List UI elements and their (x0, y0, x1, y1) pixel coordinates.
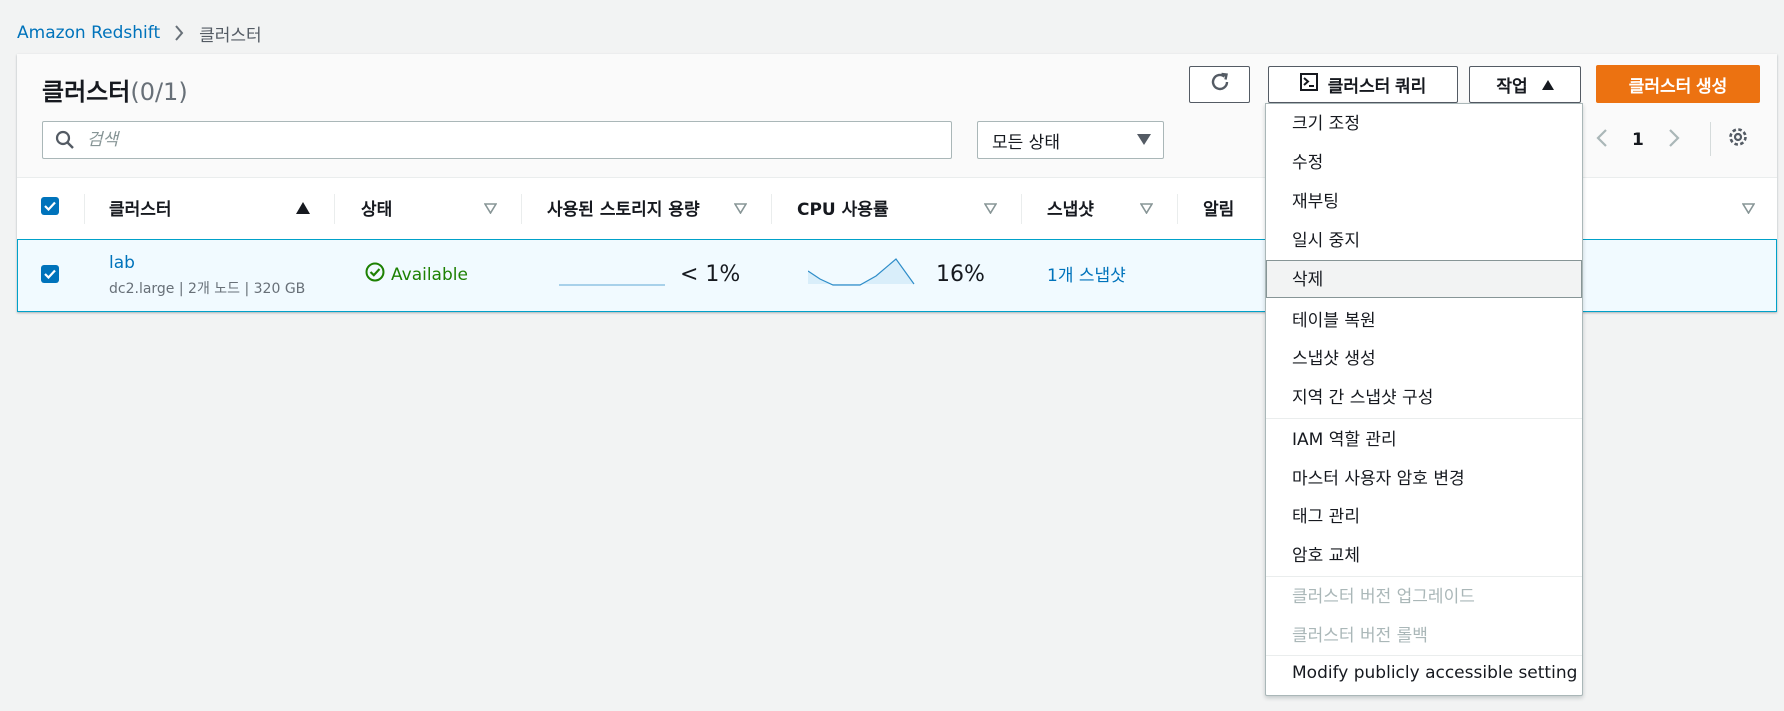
menu-item-modify[interactable]: 수정 (1292, 148, 1323, 173)
cpu-sparkline (808, 258, 915, 286)
refresh-button[interactable] (1189, 66, 1250, 103)
cluster-detail: dc2.large | 2개 노드 | 320 GB (109, 281, 306, 297)
actions-button[interactable]: 작업 (1469, 66, 1581, 103)
storage-sparkline (559, 284, 665, 286)
snapshots-link[interactable]: 1개 스냅샷 (1047, 261, 1126, 286)
caret-down-icon (1137, 130, 1151, 150)
menu-item-delete[interactable]: 삭제 (1292, 265, 1323, 290)
sort-icon[interactable] (733, 199, 748, 218)
menu-divider (1266, 576, 1582, 577)
check-circle-icon (365, 262, 385, 287)
column-header-cpu[interactable]: CPU 사용률 (797, 192, 889, 222)
menu-item-resize[interactable]: 크기 조정 (1292, 109, 1360, 134)
page-number[interactable]: 1 (1632, 130, 1644, 150)
title-text: 클러스터 (42, 78, 131, 106)
menu-item-rollback-version: 클러스터 버전 롤백 (1292, 625, 1428, 646)
status-text: Available (391, 264, 468, 285)
pager-divider (1710, 122, 1711, 156)
chevron-left-icon[interactable] (1596, 128, 1608, 153)
row-checkbox[interactable] (41, 265, 59, 283)
menu-item-pause[interactable]: 일시 중지 (1292, 226, 1360, 251)
refresh-icon (1209, 71, 1231, 98)
status-badge: Available (365, 262, 468, 287)
menu-item-manage-iam-roles[interactable]: IAM 역할 관리 (1292, 425, 1397, 450)
caret-up-icon (1541, 75, 1554, 95)
checkbox-checked-icon (44, 201, 56, 211)
actions-label: 작업 (1496, 77, 1528, 96)
sort-icon[interactable] (1139, 199, 1154, 218)
menu-item-create-snapshot[interactable]: 스냅샷 생성 (1292, 344, 1376, 369)
terminal-icon (1299, 73, 1318, 96)
column-header-status[interactable]: 상태 (361, 192, 392, 222)
cpu-usage-value: 16% (936, 262, 985, 287)
column-divider (771, 194, 772, 224)
menu-item-rotate-encryption[interactable]: 암호 교체 (1292, 541, 1360, 566)
column-divider (1177, 194, 1178, 224)
selection-count: (0/1) (130, 78, 188, 106)
breadcrumb-current: 클러스터 (199, 25, 262, 46)
select-all-checkbox[interactable] (41, 197, 59, 215)
checkbox-checked-icon (44, 269, 56, 279)
breadcrumb-link-redshift[interactable]: Amazon Redshift (17, 23, 160, 43)
gear-icon[interactable] (1727, 126, 1749, 152)
column-header-snapshots[interactable]: 스냅샷 (1047, 192, 1094, 222)
menu-item-modify-public-access[interactable]: Modify publicly accessible setting (1292, 661, 1577, 685)
pagination: 1 (1596, 125, 1680, 155)
menu-item-manage-tags[interactable]: 태그 관리 (1292, 502, 1360, 527)
column-divider (334, 194, 335, 224)
menu-divider (1266, 655, 1582, 656)
cluster-query-label: 클러스터 쿼리 (1327, 77, 1427, 96)
menu-divider (1266, 418, 1582, 419)
cluster-name-link[interactable]: lab (109, 253, 135, 273)
cluster-query-button[interactable]: 클러스터 쿼리 (1268, 66, 1458, 103)
menu-item-cross-region-snapshot[interactable]: 지역 간 스냅샷 구성 (1292, 383, 1433, 408)
sort-icon[interactable] (983, 199, 998, 218)
column-divider (1021, 194, 1022, 224)
chevron-right-icon (174, 25, 184, 41)
status-filter-value: 모든 상태 (992, 132, 1060, 153)
search-input[interactable] (87, 130, 887, 150)
search-icon (55, 130, 75, 150)
menu-item-reboot[interactable]: 재부팅 (1292, 187, 1339, 212)
sort-icon[interactable] (1741, 199, 1756, 218)
storage-used-value: < 1% (680, 262, 741, 287)
column-divider (521, 194, 522, 224)
column-header-storage[interactable]: 사용된 스토리지 용량 (547, 192, 700, 222)
create-cluster-button[interactable]: 클러스터 생성 (1596, 65, 1760, 103)
chevron-right-icon[interactable] (1668, 128, 1680, 153)
search-box (42, 121, 952, 159)
column-header-cluster[interactable]: 클러스터 (109, 192, 172, 222)
menu-item-restore-table[interactable]: 테이블 복원 (1292, 306, 1376, 331)
status-filter-select[interactable]: 모든 상태 (977, 121, 1164, 159)
sort-icon[interactable] (483, 199, 498, 218)
menu-item-upgrade-version: 클러스터 버전 업그레이드 (1292, 586, 1475, 607)
breadcrumb: Amazon Redshift 클러스터 (17, 20, 262, 46)
column-divider (84, 194, 85, 224)
sort-asc-icon[interactable] (296, 199, 310, 218)
menu-item-change-admin-password[interactable]: 마스터 사용자 암호 변경 (1292, 464, 1465, 489)
page-title: 클러스터(0/1) (42, 72, 188, 107)
column-header-alarms[interactable]: 알림 (1203, 192, 1234, 222)
